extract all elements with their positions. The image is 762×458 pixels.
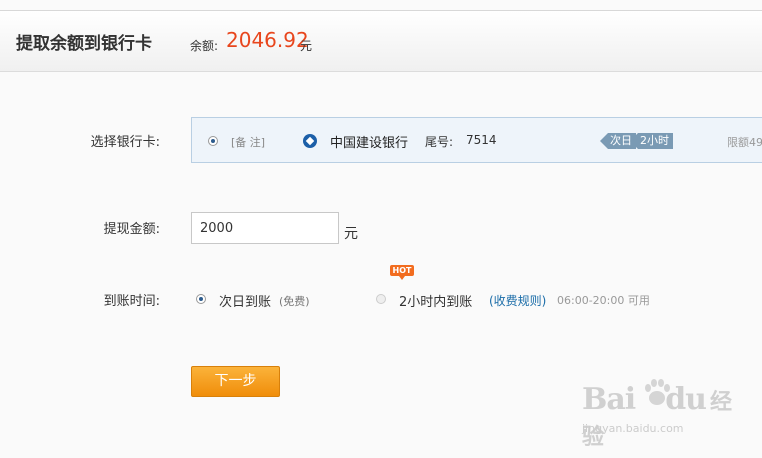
card-note: [备 注] (231, 136, 266, 149)
next-day-free-note: (免费) (279, 295, 310, 308)
arrival-label: 到账时间: (103, 294, 160, 309)
two-hour-radio[interactable] (376, 294, 386, 304)
available-hours: 06:00-20:00 可用 (557, 294, 650, 307)
limit-text: 限额49 (727, 136, 762, 149)
next-step-button[interactable]: 下一步 (191, 366, 280, 397)
next-day-option[interactable]: 次日到账 (219, 291, 271, 310)
amount-input[interactable] (191, 212, 339, 244)
card-select-label: 选择银行卡: (90, 135, 160, 150)
balance-label: 余额: (190, 39, 219, 53)
page-header: 提取余额到银行卡 余额: 2046.92 元 (0, 11, 762, 72)
card-tail-number: 7514 (466, 133, 497, 147)
two-hour-tag: 2小时 (630, 133, 673, 149)
amount-unit: 元 (344, 226, 358, 242)
bank-card-radio[interactable] (208, 136, 218, 146)
bank-name: 中国建设银行 (330, 136, 409, 151)
hot-badge: HOT (390, 265, 414, 280)
ccb-bank-icon (303, 134, 317, 148)
bank-card-option[interactable]: [备 注] 中国建设银行 尾号: 7514 次日 2小时 限额49 (191, 117, 762, 163)
fee-rules-link[interactable]: (收费规则) (489, 292, 546, 309)
page-title: 提取余额到银行卡 (16, 34, 152, 54)
next-day-radio[interactable] (196, 294, 206, 304)
card-tail-label: 尾号: (425, 135, 454, 149)
balance-amount: 2046.92 (226, 28, 309, 52)
watermark-url: jingyan.baidu.com (582, 422, 684, 435)
balance-unit: 元 (300, 39, 313, 53)
amount-label: 提现金额: (103, 222, 160, 237)
baidu-jingyan-watermark: Bai du 经验 jingyan.baidu.com (582, 379, 742, 450)
two-hour-option[interactable]: 2小时内到账 (399, 291, 472, 310)
baidu-paw-icon (645, 379, 670, 405)
